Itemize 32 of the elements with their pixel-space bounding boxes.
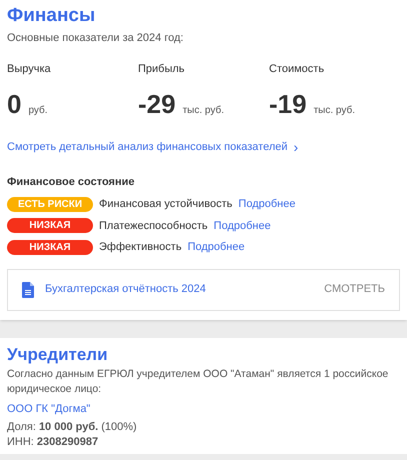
metric-value: 0 xyxy=(7,89,22,119)
metric-value: -19 xyxy=(269,89,307,119)
metric-unit: тыс. руб. xyxy=(182,104,224,118)
metric-value: -29 xyxy=(138,89,176,119)
subsection-title: Финансовое состояние xyxy=(7,174,136,190)
metric-unit: тыс. руб. xyxy=(314,104,355,118)
analysis-link[interactable]: Смотреть детальный анализ финансовых показателей xyxy=(7,139,288,156)
status-badge: НИЗКАЯ xyxy=(7,240,93,255)
section-title: Учредители xyxy=(7,344,109,366)
status-badge: ЕСТЬ РИСКИ xyxy=(7,196,93,212)
indicator-label: Финансовая устойчивость xyxy=(99,197,232,212)
details-link[interactable]: Подробнее xyxy=(188,239,245,256)
section-title: Финансы xyxy=(7,4,96,28)
chevron-icon: › xyxy=(294,141,298,154)
subtitle: Основные показатели за 2024 год: xyxy=(7,31,184,46)
metric-unit: руб. xyxy=(28,104,48,118)
share-text: Доля: 10 000 руб. (100%) xyxy=(7,420,138,435)
report-card[interactable]: Бухгалтерская отчётность 2024 СМОТРЕТЬ xyxy=(7,268,400,310)
document-icon xyxy=(22,282,34,298)
indicator-label: Эффективность xyxy=(99,240,182,255)
details-link[interactable]: Подробнее xyxy=(238,196,296,212)
view-button[interactable]: СМОТРЕТЬ xyxy=(324,281,385,298)
metric-label: Прибыль xyxy=(138,62,186,76)
indicator-label: Платежеспособность xyxy=(99,218,208,234)
status-badge: НИЗКАЯ xyxy=(7,218,93,234)
metric-label: Выручка xyxy=(7,62,52,76)
founder-link[interactable]: ООО ГК "Догма" xyxy=(7,400,400,417)
details-link[interactable]: Подробнее xyxy=(214,218,271,234)
metric-label: Стоимость xyxy=(269,62,326,76)
description: Согласно данным ЕГРЮЛ учредителем ООО "Атаман" является 1 российское юридическое лицо: xyxy=(7,366,390,396)
report-link[interactable]: Бухгалтерская отчётность 2024 xyxy=(45,281,206,298)
inn-text: ИНН: 2308290987 xyxy=(7,435,100,450)
